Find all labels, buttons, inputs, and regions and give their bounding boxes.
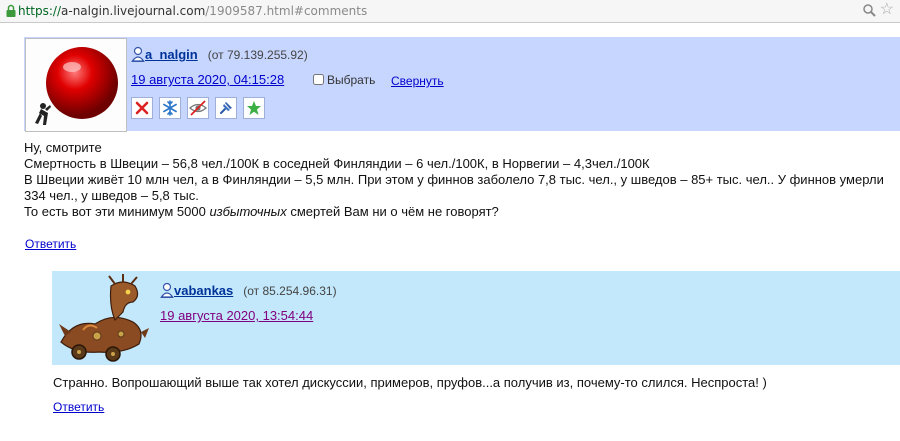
zoom-icon[interactable] [862,3,876,17]
select-checkbox[interactable] [313,74,324,85]
comment-line: То есть вот эти минимум 5000 избыточных … [24,204,884,220]
comment-line: В Швеции живёт 10 млн чел, а в Финляндии… [24,172,884,187]
select-checkbox-wrap[interactable]: Выбрать [313,73,375,87]
reply-link[interactable]: Ответить [25,237,76,251]
url-text[interactable]: https://a-nalgin.livejournal.com/1909587… [18,3,367,19]
comment-body-a-nalgin: Ну, смотрите Смертность в Швеции – 56,8 … [24,140,884,220]
comment-actions [131,97,265,119]
lock-icon [6,4,16,17]
url-scheme: https:// [18,4,62,18]
username-link[interactable]: a_nalgin [145,47,198,62]
select-label: Выбрать [327,73,376,87]
avatar-sisyphus-image [26,39,126,131]
comment-date-link[interactable]: 19 августа 2020, 13:54:44 [160,308,313,323]
comment-body-vabankas: Странно. Вопрошающий выше так хотел диск… [53,375,767,391]
url-domain: a-nalgin.livejournal.com [61,4,206,18]
hide-icon[interactable] [187,97,209,119]
ip-address: (от 85.254.96.31) [243,284,337,298]
user-icon[interactable] [160,282,174,298]
comment-line: Ну, смотрите [24,140,102,155]
address-bar[interactable]: https://a-nalgin.livejournal.com/1909587… [0,0,900,23]
username-link[interactable]: vabankas [174,283,233,298]
emphasis-text: избыточных [209,204,287,219]
user-line: vabankas (от 85.254.96.31) [160,282,337,299]
collapse-link[interactable]: Свернуть [391,74,444,88]
text-span: То есть вот эти минимум 5000 [24,204,210,219]
bookmark-star-icon[interactable]: ☆ [880,1,894,19]
reply-link[interactable]: Ответить [53,400,104,414]
user-line: a_nalgin (от 79.139.255.92) [131,46,308,63]
ip-address: (от 79.139.255.92) [207,48,308,62]
star-icon[interactable] [243,97,265,119]
track-icon[interactable] [215,97,237,119]
delete-icon[interactable] [131,97,153,119]
comment-line: 334 чел., у шведов – 5,8 тыс. [24,188,199,203]
comment-line: Смертность в Швеции – 56,8 чел./100К в с… [24,156,650,171]
comment-line: Странно. Вопрошающий выше так хотел диск… [53,375,767,390]
text-span: смертей Вам ни о чём не говорят? [286,204,499,219]
comment-date-link[interactable]: 19 августа 2020, 04:15:28 [131,72,284,87]
comment-header-a-nalgin: a_nalgin (от 79.139.255.92) 19 августа 20… [24,37,900,132]
avatar[interactable] [53,272,153,364]
url-path: /1909587.html#comments [205,4,368,18]
avatar-steampunk-dragon-image [59,274,149,362]
comment-header-vabankas: vabankas (от 85.254.96.31) 19 августа 202… [52,271,900,365]
avatar[interactable] [25,38,127,132]
freeze-icon[interactable] [159,97,181,119]
user-icon[interactable] [131,46,145,62]
